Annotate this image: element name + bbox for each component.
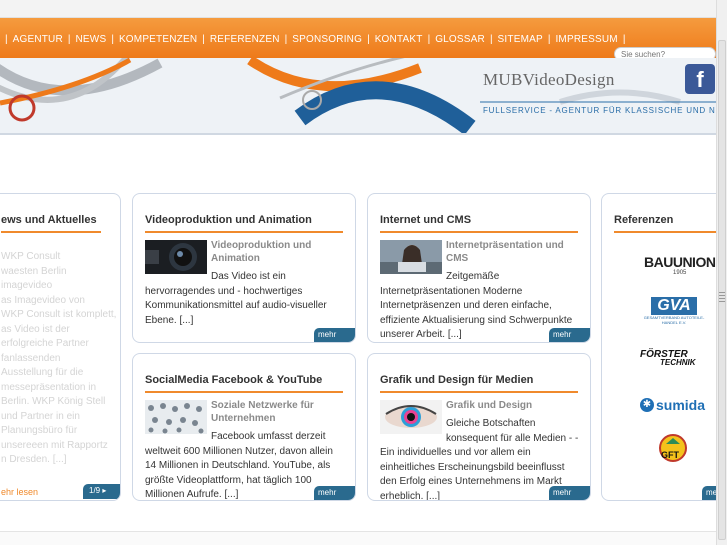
service-box-socialmedia: SocialMedia Facebook & YouTube Soziale N… bbox=[132, 353, 356, 501]
logo-sub: TECHNIK bbox=[660, 358, 696, 367]
news-text: WKP Consult waesten Berlin imagevideo as… bbox=[1, 251, 117, 465]
box-text: Das Video ist ein hervorragendes und - h… bbox=[145, 270, 345, 328]
logo-text: sumida bbox=[656, 397, 706, 413]
more-button[interactable]: mehr bbox=[314, 328, 355, 342]
nav-item-glossar[interactable]: GLOSSAR bbox=[435, 34, 485, 45]
nav-item-sponsoring[interactable]: SPONSORING bbox=[292, 34, 362, 45]
foerster-logo[interactable]: FÖRSTER TECHNIK bbox=[640, 349, 696, 367]
chevron-right-icon: ▸ bbox=[102, 486, 107, 495]
camera-lens-image bbox=[145, 240, 207, 274]
nav-item-referenzen[interactable]: REFERENZEN bbox=[210, 34, 280, 45]
service-box-design: Grafik und Design für Medien Grafik und … bbox=[367, 353, 591, 501]
nav-separator: | bbox=[489, 33, 493, 45]
logo-text: GFT bbox=[661, 450, 679, 460]
box-rule bbox=[380, 231, 578, 233]
news-pager-label: 1/9 bbox=[89, 486, 101, 495]
references-rule bbox=[614, 231, 724, 233]
box-intro: Das Video ist ein bbox=[211, 271, 286, 282]
brand-name: MUBVideoDesign bbox=[483, 70, 615, 89]
brand-tagline: FULLSERVICE - AGENTUR FÜR KLASSISCHE UND… bbox=[483, 106, 716, 115]
box-rule bbox=[145, 391, 343, 393]
box-intro: Gleiche Botschaften bbox=[446, 418, 536, 429]
news-more-link[interactable]: ehr lesen bbox=[1, 487, 38, 497]
main-navigation: | AGENTUR | NEWS | KOMPETENZEN | REFERENZEN | SPO… bbox=[0, 18, 727, 61]
nav-separator: | bbox=[547, 33, 551, 45]
news-panel: ews und Aktuelles WKP Consult waesten Be… bbox=[0, 193, 121, 501]
nav-item-impressum[interactable]: IMPRESSUM bbox=[555, 34, 617, 45]
logo-text: GVA bbox=[651, 297, 697, 315]
gft-logo[interactable]: GFT bbox=[658, 434, 688, 471]
logo-text: BAUUNION bbox=[644, 254, 716, 270]
vertical-scrollbar[interactable] bbox=[716, 0, 727, 545]
scrollbar-thumb[interactable] bbox=[718, 40, 726, 540]
logo-sub: 1905 bbox=[673, 270, 687, 276]
box-intro: Zeitgemäße bbox=[446, 271, 500, 282]
nav-separator: | bbox=[284, 33, 288, 45]
sumida-swirl-icon: ✱ bbox=[640, 398, 654, 412]
box-body: weltweit 600 Millionen Nutzer, davon all… bbox=[145, 445, 333, 501]
more-button[interactable]: mehr bbox=[314, 486, 355, 500]
nav-item-agentur[interactable]: AGENTUR bbox=[13, 34, 63, 45]
nav-separator: | bbox=[622, 33, 626, 45]
facebook-icon[interactable]: f bbox=[685, 64, 715, 94]
more-button[interactable]: mehr bbox=[549, 486, 590, 500]
box-subtitle[interactable]: Grafik und Design bbox=[446, 399, 584, 412]
service-box-video: Videoproduktion und Animation Videoprodu… bbox=[132, 193, 356, 343]
nav-item-kompetenzen[interactable]: KOMPETENZEN bbox=[119, 34, 197, 45]
nav-separator: | bbox=[202, 33, 205, 45]
footer bbox=[0, 531, 716, 545]
box-body: Internetpräsentationen Moderne Internetp… bbox=[380, 285, 573, 341]
logo-sub: GESAMTVERBAND AUTOTEILE-HANDEL E.V. bbox=[643, 315, 705, 325]
news-rule bbox=[1, 231, 101, 233]
nav-item-sitemap[interactable]: SITEMAP bbox=[498, 34, 543, 45]
box-title: Videoproduktion und Animation bbox=[145, 214, 312, 226]
box-rule bbox=[380, 391, 578, 393]
nav-separator: | bbox=[5, 33, 8, 45]
nav-separator: | bbox=[427, 33, 431, 45]
box-intro-2: konsequent für alle Medien - - bbox=[446, 432, 579, 444]
nav-menu: | AGENTUR | NEWS | KOMPETENZEN | REFERENZEN | SPO… bbox=[0, 30, 630, 48]
references-title: Referenzen bbox=[614, 214, 674, 226]
header-banner: MUBVideoDesign FULLSERVICE - AGENTUR FÜR… bbox=[0, 58, 716, 135]
nav-separator: | bbox=[111, 33, 114, 45]
sumida-logo[interactable]: ✱ sumida bbox=[640, 397, 705, 413]
box-body: Ein individuelles und vor allem ein einh… bbox=[380, 447, 565, 501]
box-subtitle[interactable]: Internetpräsentation und CMS bbox=[446, 239, 584, 265]
box-title: Grafik und Design für Medien bbox=[380, 374, 534, 386]
news-pager[interactable]: 1/9 ▸ bbox=[83, 484, 120, 499]
network-people-image bbox=[145, 400, 207, 434]
box-title: Internet und CMS bbox=[380, 214, 472, 226]
top-strip bbox=[0, 0, 727, 18]
more-button[interactable]: mehr bbox=[549, 328, 590, 342]
box-rule bbox=[145, 231, 343, 233]
news-title: ews und Aktuelles bbox=[1, 214, 97, 226]
box-subtitle[interactable]: Soziale Netzwerke für Unternehmen bbox=[211, 399, 349, 425]
gva-logo[interactable]: GVA GESAMTVERBAND AUTOTEILE-HANDEL E.V. bbox=[642, 297, 706, 325]
nav-item-kontakt[interactable]: KONTAKT bbox=[375, 34, 423, 45]
nav-item-news[interactable]: NEWS bbox=[76, 34, 107, 45]
bauunion-logo[interactable]: BAUUNION 1905 bbox=[644, 254, 716, 276]
box-intro: Facebook umfasst derzeit bbox=[211, 431, 326, 442]
references-panel: Referenzen BAUUNION 1905 GVA GESAMTVERBA… bbox=[601, 193, 727, 501]
box-title: SocialMedia Facebook & YouTube bbox=[145, 374, 323, 386]
nav-separator: | bbox=[67, 33, 71, 45]
scrollbar-grip-icon bbox=[719, 292, 725, 304]
laptop-user-image bbox=[380, 240, 442, 274]
box-subtitle[interactable]: Videoproduktion und Animation bbox=[211, 239, 349, 265]
service-box-internet: Internet und CMS Internetpräsentation un… bbox=[367, 193, 591, 343]
box-body: hervorragendes und - hochwertiges Kommun… bbox=[145, 285, 327, 326]
nav-separator: | bbox=[367, 33, 370, 45]
